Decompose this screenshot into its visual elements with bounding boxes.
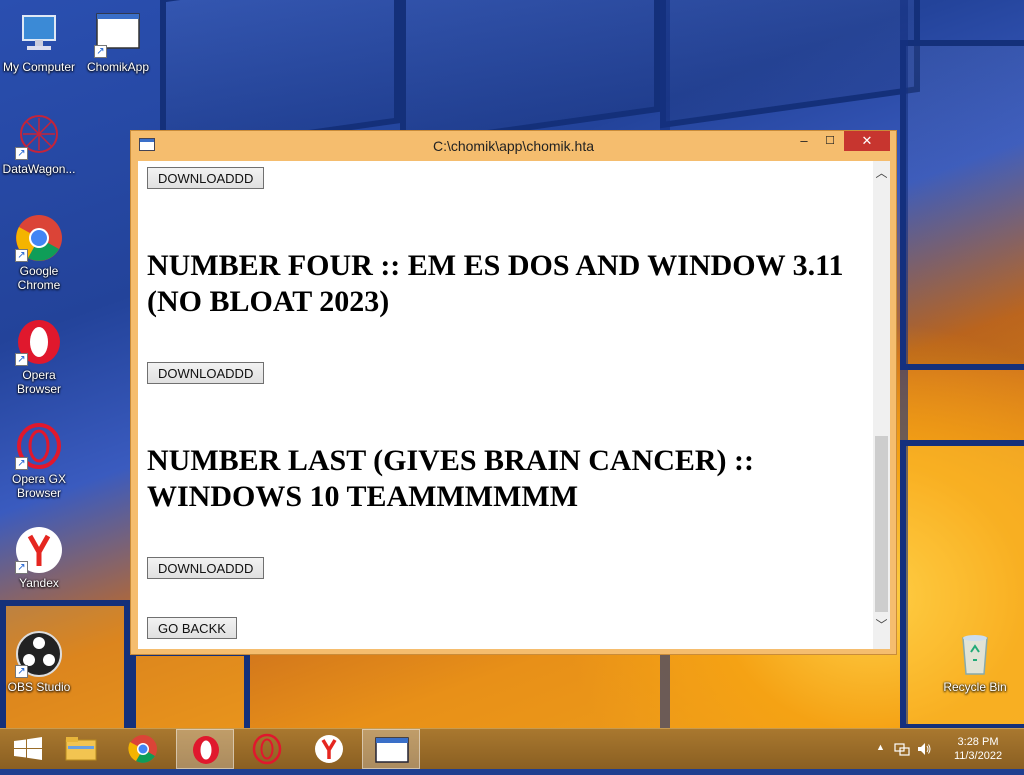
shortcut-arrow-icon: ↗ bbox=[15, 249, 28, 262]
computer-icon bbox=[15, 10, 63, 58]
volume-icon[interactable] bbox=[916, 741, 932, 757]
taskbar: ▲ 3:28 PM 11/3/2022 bbox=[0, 728, 1024, 769]
taskbar-opera[interactable] bbox=[176, 729, 234, 769]
window-title: C:\chomik\app\chomik.hta bbox=[432, 138, 595, 154]
taskbar-chrome[interactable] bbox=[114, 729, 172, 769]
start-icon bbox=[14, 737, 42, 760]
desktop-icon-opera-browser[interactable]: ↗ Opera Browser bbox=[1, 318, 77, 396]
download-button-last[interactable]: DOWNLOADDD bbox=[147, 557, 265, 579]
maximize-button[interactable]: ☐ bbox=[816, 131, 844, 151]
scroll-down-icon[interactable]: ﹀ bbox=[873, 617, 890, 634]
desktop-icon-label: OBS Studio bbox=[7, 680, 71, 694]
taskbar-yandex[interactable] bbox=[300, 729, 358, 769]
opera-icon bbox=[193, 736, 219, 764]
desktop-icon-label: Opera Browser bbox=[16, 368, 61, 396]
desktop-icon-label: ChomikApp bbox=[86, 60, 150, 74]
shortcut-arrow-icon: ↗ bbox=[15, 353, 28, 366]
system-tray: ▲ 3:28 PM 11/3/2022 bbox=[864, 729, 1024, 769]
desktop-icon-my-computer[interactable]: My Computer bbox=[1, 10, 77, 74]
desktop-icon-label: DataWagon... bbox=[2, 162, 76, 176]
hta-window: C:\chomik\app\chomik.hta – ☐ ✕ DOWNLOADD… bbox=[130, 130, 897, 655]
minimize-button[interactable]: – bbox=[790, 131, 818, 151]
opera-gx-icon bbox=[252, 733, 282, 765]
clock-time: 3:28 PM bbox=[957, 736, 999, 748]
shortcut-arrow-icon: ↗ bbox=[15, 561, 28, 574]
download-button-four[interactable]: DOWNLOADDD bbox=[147, 362, 265, 384]
desktop-icon-yandex[interactable]: ↗ Yandex bbox=[1, 526, 77, 590]
window-content-area: DOWNLOADDD NUMBER FOUR :: EM ES DOS AND … bbox=[138, 161, 890, 649]
chrome-icon: ↗ bbox=[15, 214, 63, 262]
obs-icon: ↗ bbox=[15, 630, 63, 678]
vertical-scrollbar[interactable]: ︿ ﹀ bbox=[873, 161, 890, 649]
desktop-icon-opera-gx[interactable]: ↗ Opera GX Browser bbox=[1, 422, 77, 500]
desktop-icon-label: Recycle Bin bbox=[943, 680, 1007, 694]
download-button-three[interactable]: DOWNLOADDD bbox=[147, 167, 265, 189]
yandex-icon: ↗ bbox=[15, 526, 63, 574]
yandex-icon bbox=[315, 735, 343, 763]
go-back-button[interactable]: GO BACKK bbox=[147, 617, 237, 639]
taskbar-hta-window[interactable] bbox=[362, 729, 420, 769]
opera-icon: ↗ bbox=[15, 318, 63, 366]
app-window-icon: ↗ bbox=[94, 10, 142, 58]
desktop-icon-obs-studio[interactable]: ↗ OBS Studio bbox=[1, 630, 77, 694]
shortcut-arrow-icon: ↗ bbox=[94, 45, 107, 58]
shortcut-arrow-icon: ↗ bbox=[15, 147, 28, 160]
clock-date: 11/3/2022 bbox=[953, 750, 1003, 762]
page-content: DOWNLOADDD NUMBER FOUR :: EM ES DOS AND … bbox=[138, 161, 873, 649]
desktop-icon-chomikapp[interactable]: ↗ ChomikApp bbox=[80, 10, 156, 74]
scroll-up-icon[interactable]: ︿ bbox=[873, 165, 890, 182]
datawagon-icon: ↗ bbox=[15, 112, 63, 160]
chrome-icon bbox=[128, 735, 157, 763]
network-icon[interactable] bbox=[894, 741, 910, 757]
desktop-icon-datawagon[interactable]: ↗ DataWagon... bbox=[1, 112, 77, 176]
desktop-icon-label: Opera GX Browser bbox=[11, 472, 67, 500]
taskbar-file-explorer[interactable] bbox=[52, 729, 110, 769]
desktop-icon-recycle-bin[interactable]: Recycle Bin bbox=[937, 630, 1013, 694]
scrollbar-thumb[interactable] bbox=[875, 436, 888, 612]
desktop-icon-google-chrome[interactable]: ↗ Google Chrome bbox=[1, 214, 77, 292]
desktop-icon-label: Google Chrome bbox=[17, 264, 61, 292]
start-button[interactable] bbox=[0, 729, 58, 769]
show-hidden-icons-icon[interactable]: ▲ bbox=[876, 742, 885, 752]
recycle-bin-icon bbox=[951, 630, 999, 678]
close-button[interactable]: ✕ bbox=[844, 131, 890, 151]
taskbar-clock[interactable]: 3:28 PM 11/3/2022 bbox=[948, 735, 1008, 763]
desktop-icon-label: My Computer bbox=[2, 60, 76, 74]
window-titlebar[interactable]: C:\chomik\app\chomik.hta – ☐ ✕ bbox=[131, 131, 896, 161]
hta-window-icon bbox=[375, 737, 409, 763]
heading-number-last: NUMBER LAST (GIVES BRAIN CANCER) :: WIND… bbox=[147, 444, 755, 513]
shortcut-arrow-icon: ↗ bbox=[15, 665, 28, 678]
file-explorer-icon bbox=[65, 737, 97, 761]
heading-number-four: NUMBER FOUR :: EM ES DOS AND WINDOW 3.11… bbox=[147, 249, 844, 318]
desktop-icon-label: Yandex bbox=[19, 576, 59, 590]
opera-gx-icon: ↗ bbox=[15, 422, 63, 470]
shortcut-arrow-icon: ↗ bbox=[15, 457, 28, 470]
taskbar-opera-gx[interactable] bbox=[238, 729, 296, 769]
